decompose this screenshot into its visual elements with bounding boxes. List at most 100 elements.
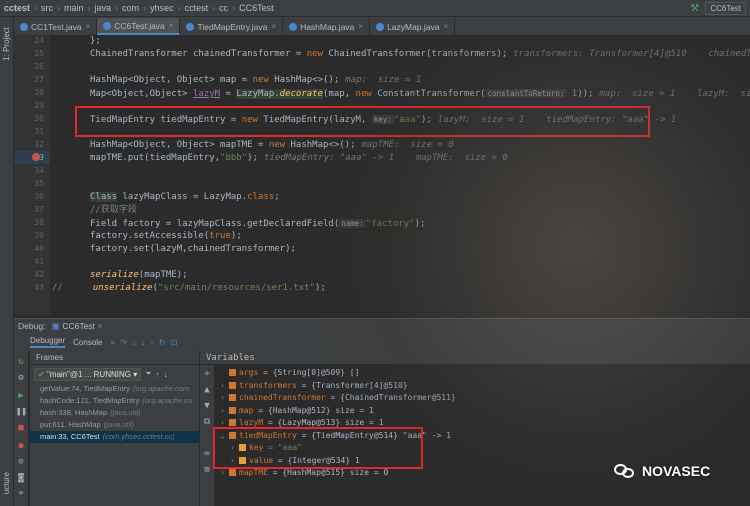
debug-session-tab[interactable]: ▣ CC6Test × bbox=[51, 321, 102, 332]
frame-method: hashCode:121, TiedMapEntry bbox=[40, 396, 140, 405]
variable-name: args bbox=[239, 368, 259, 377]
variable-row[interactable]: ⌄ tiedMapEntry = {TiedMapEntry@514} "aaa"… bbox=[220, 430, 451, 442]
breadcrumb-item[interactable]: src bbox=[41, 3, 53, 13]
debug-actions-strip: ↻ ⚙ ▶ ❚❚ ■ ● ⊘ ◙ ⌖ bbox=[14, 351, 28, 506]
settings-icon[interactable]: ⚙ bbox=[16, 373, 26, 383]
camera-icon[interactable]: ◙ bbox=[16, 473, 26, 483]
breadcrumb-separator: › bbox=[177, 3, 181, 13]
code-line: Map<Object,Object> lazyM = LazyMap.decor… bbox=[90, 89, 750, 99]
close-icon[interactable]: × bbox=[358, 22, 363, 31]
breadcrumb-item[interactable]: cctest bbox=[185, 3, 209, 13]
code-line: TiedMapEntry tiedMapEntry = new TiedMapE… bbox=[90, 115, 677, 125]
tab-label: TiedMapEntry.java bbox=[197, 21, 268, 32]
stack-frame[interactable]: hash:338, HashMap (java.util) bbox=[30, 407, 199, 419]
rerun-icon[interactable]: ↻ bbox=[16, 357, 26, 367]
up-arrow-icon[interactable]: ↑ bbox=[156, 370, 160, 379]
expand-arrow-icon[interactable]: › bbox=[230, 455, 236, 467]
thread-selector[interactable]: ✔ "main"@1 ... RUNNING ▾ bbox=[34, 367, 142, 381]
build-hammer-icon[interactable]: ⚒ bbox=[690, 3, 699, 14]
tab-debugger[interactable]: Debugger bbox=[30, 336, 66, 348]
close-icon[interactable]: × bbox=[444, 22, 449, 31]
parameter-icon bbox=[229, 431, 236, 439]
breadcrumb-item[interactable]: java bbox=[95, 3, 112, 13]
tab-cc1test-java[interactable]: CC1Test.java × bbox=[14, 18, 98, 35]
add-watch-icon[interactable]: + bbox=[202, 369, 212, 379]
expand-arrow-icon[interactable]: › bbox=[230, 442, 236, 454]
variable-row[interactable]: › mapTME = {HashMap@515} size = 0 bbox=[220, 467, 388, 479]
step-actions-icons[interactable]: ≡↷↓↓↑↻⊡ bbox=[111, 338, 183, 347]
close-icon[interactable]: × bbox=[86, 22, 91, 31]
pin-icon[interactable]: ⌖ bbox=[16, 489, 26, 499]
breadcrumb-separator: › bbox=[143, 3, 147, 13]
tab-hashmap-java[interactable]: HashMap.java × bbox=[283, 18, 371, 35]
mute-breakpoints-icon[interactable]: ⊘ bbox=[16, 457, 26, 467]
editor-tab-bar: CC1Test.java × CC6Test.java × TiedMapEntry.j… bbox=[14, 17, 750, 35]
pause-icon[interactable]: ❚❚ bbox=[16, 407, 27, 417]
structure-tool-tab[interactable]: ucture bbox=[2, 472, 11, 494]
stack-frame[interactable]: getValue:74, TiedMapEntry (org.apache.com bbox=[30, 383, 199, 395]
expand-icon[interactable]: ▼ bbox=[202, 401, 212, 411]
line-number: 29 bbox=[34, 101, 44, 110]
close-icon[interactable]: × bbox=[169, 21, 174, 30]
project-tool-tab[interactable]: 1: Project bbox=[2, 27, 11, 61]
java-class-icon bbox=[103, 21, 112, 30]
breadcrumb-separator: › bbox=[57, 3, 61, 13]
frame-location: (org.apache.com bbox=[132, 384, 190, 393]
tab-cc6test-java[interactable]: CC6Test.java × bbox=[97, 18, 181, 35]
variable-row[interactable]: › key = "aaa" bbox=[230, 442, 302, 454]
variable-row[interactable]: › chainedTransformer = {ChainedTransforme… bbox=[220, 392, 456, 404]
breadcrumb-item[interactable]: com bbox=[122, 3, 139, 13]
variable-row[interactable]: › transformers = {Transformer[4]@510} bbox=[220, 380, 408, 392]
variable-value: = {ChainedTransformer@511} bbox=[325, 393, 456, 402]
copy-icon[interactable]: ⧉ bbox=[202, 417, 212, 427]
breakpoint-icon[interactable] bbox=[32, 153, 40, 161]
view-breakpoints-icon[interactable]: ● bbox=[16, 441, 26, 451]
expand-arrow-icon[interactable]: › bbox=[220, 380, 226, 392]
stack-frame[interactable]: put:611, HashMap (java.util) bbox=[30, 419, 199, 431]
close-icon[interactable]: × bbox=[271, 22, 276, 31]
tab-tiedmapentry-java[interactable]: TiedMapEntry.java × bbox=[180, 18, 284, 35]
stop-icon[interactable]: ■ bbox=[16, 423, 26, 433]
code-line: factory.setAccessible(true); bbox=[90, 231, 242, 241]
code-line: HashMap<Object, Object> mapTME = new Has… bbox=[90, 140, 454, 150]
run-config-selector[interactable]: CC6Test bbox=[705, 2, 746, 15]
stack-frame[interactable]: hashCode:121, TiedMapEntry (org.apache.co bbox=[30, 395, 199, 407]
expand-arrow-icon[interactable]: › bbox=[220, 417, 226, 429]
expand-arrow-icon[interactable]: › bbox=[220, 392, 226, 404]
variable-name: mapTME bbox=[239, 468, 268, 477]
variable-row[interactable]: › value = {Integer@534} 1 bbox=[230, 455, 360, 467]
line-number: 27 bbox=[34, 75, 44, 84]
tab-console[interactable]: Console bbox=[73, 338, 102, 347]
debug-subtabs: Debugger Console ≡↷↓↓↑↻⊡ bbox=[14, 333, 750, 351]
breadcrumb-item[interactable]: cc bbox=[219, 3, 228, 13]
watches-icon[interactable]: ∞ bbox=[202, 449, 212, 459]
code-editor[interactable]: }; ChainedTransformer chainedTransformer… bbox=[50, 35, 750, 315]
expand-arrow-icon[interactable]: › bbox=[220, 467, 226, 479]
expand-arrow-icon[interactable]: ⌄ bbox=[220, 430, 226, 442]
breadcrumb-item[interactable]: main bbox=[64, 3, 84, 13]
variable-row[interactable]: › lazyM = {LazyMap@513} size = 1 bbox=[220, 417, 384, 429]
frames-panel: Frames ✔ "main"@1 ... RUNNING ▾ ⏷ ↑ ↓ ge… bbox=[30, 351, 200, 506]
line-number: 24 bbox=[34, 36, 44, 45]
wechat-icon bbox=[614, 462, 636, 480]
expand-arrow-icon[interactable]: › bbox=[220, 405, 226, 417]
frame-location: (com.yhsec.cctest.cc) bbox=[102, 432, 175, 441]
filter-icon[interactable]: ⏷ bbox=[145, 369, 151, 379]
variables-tools: + ▲ ▼ ⧉ ∞ ⊞ bbox=[200, 365, 214, 506]
down-arrow-icon[interactable]: ↓ bbox=[164, 370, 168, 379]
java-class-icon bbox=[289, 22, 298, 31]
breadcrumb-item[interactable]: cctest bbox=[4, 3, 30, 13]
debug-toolbar: Debug: ▣ CC6Test × bbox=[14, 318, 750, 333]
code-line: Class lazyMapClass = LazyMap.class; bbox=[90, 192, 280, 202]
variable-row[interactable]: args = {String[0]@509} [] bbox=[220, 367, 359, 379]
breadcrumb-item[interactable]: yhsec bbox=[150, 3, 174, 13]
stack-frame[interactable]: main:33, CC6Test (com.yhsec.cctest.cc) bbox=[30, 431, 199, 443]
resume-icon[interactable]: ▶ bbox=[16, 391, 26, 401]
parameter-icon bbox=[229, 394, 236, 401]
collapse-icon[interactable]: ▲ bbox=[202, 385, 212, 395]
restore-icon[interactable]: ⊞ bbox=[202, 465, 212, 475]
variable-row[interactable]: › map = {HashMap@512} size = 1 bbox=[220, 405, 374, 417]
tab-lazymap-java[interactable]: LazyMap.java × bbox=[370, 18, 456, 35]
breadcrumb-item[interactable]: CC6Test bbox=[239, 3, 274, 13]
line-number: 38 bbox=[34, 218, 44, 227]
